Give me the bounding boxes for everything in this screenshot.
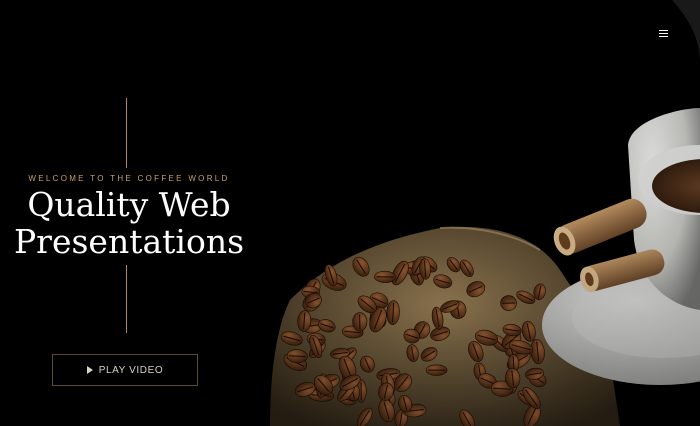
play-video-button[interactable]: PLAY VIDEO (52, 354, 198, 386)
menu-button[interactable] (652, 24, 674, 42)
top-divider-line (126, 98, 127, 168)
bottom-divider-line (126, 265, 127, 333)
play-icon (86, 366, 93, 374)
hero-section: WELCOME TO THE COFFEE WORLD Quality Web … (0, 0, 700, 426)
headline-line-1: Quality Web (27, 185, 231, 224)
hero-eyebrow: WELCOME TO THE COFFEE WORLD (28, 174, 230, 183)
hero-headline: Quality Web Presentations (0, 186, 258, 260)
headline-line-2: Presentations (13, 222, 245, 261)
hamburger-menu-icon (658, 29, 668, 38)
play-video-label: PLAY VIDEO (98, 364, 164, 376)
